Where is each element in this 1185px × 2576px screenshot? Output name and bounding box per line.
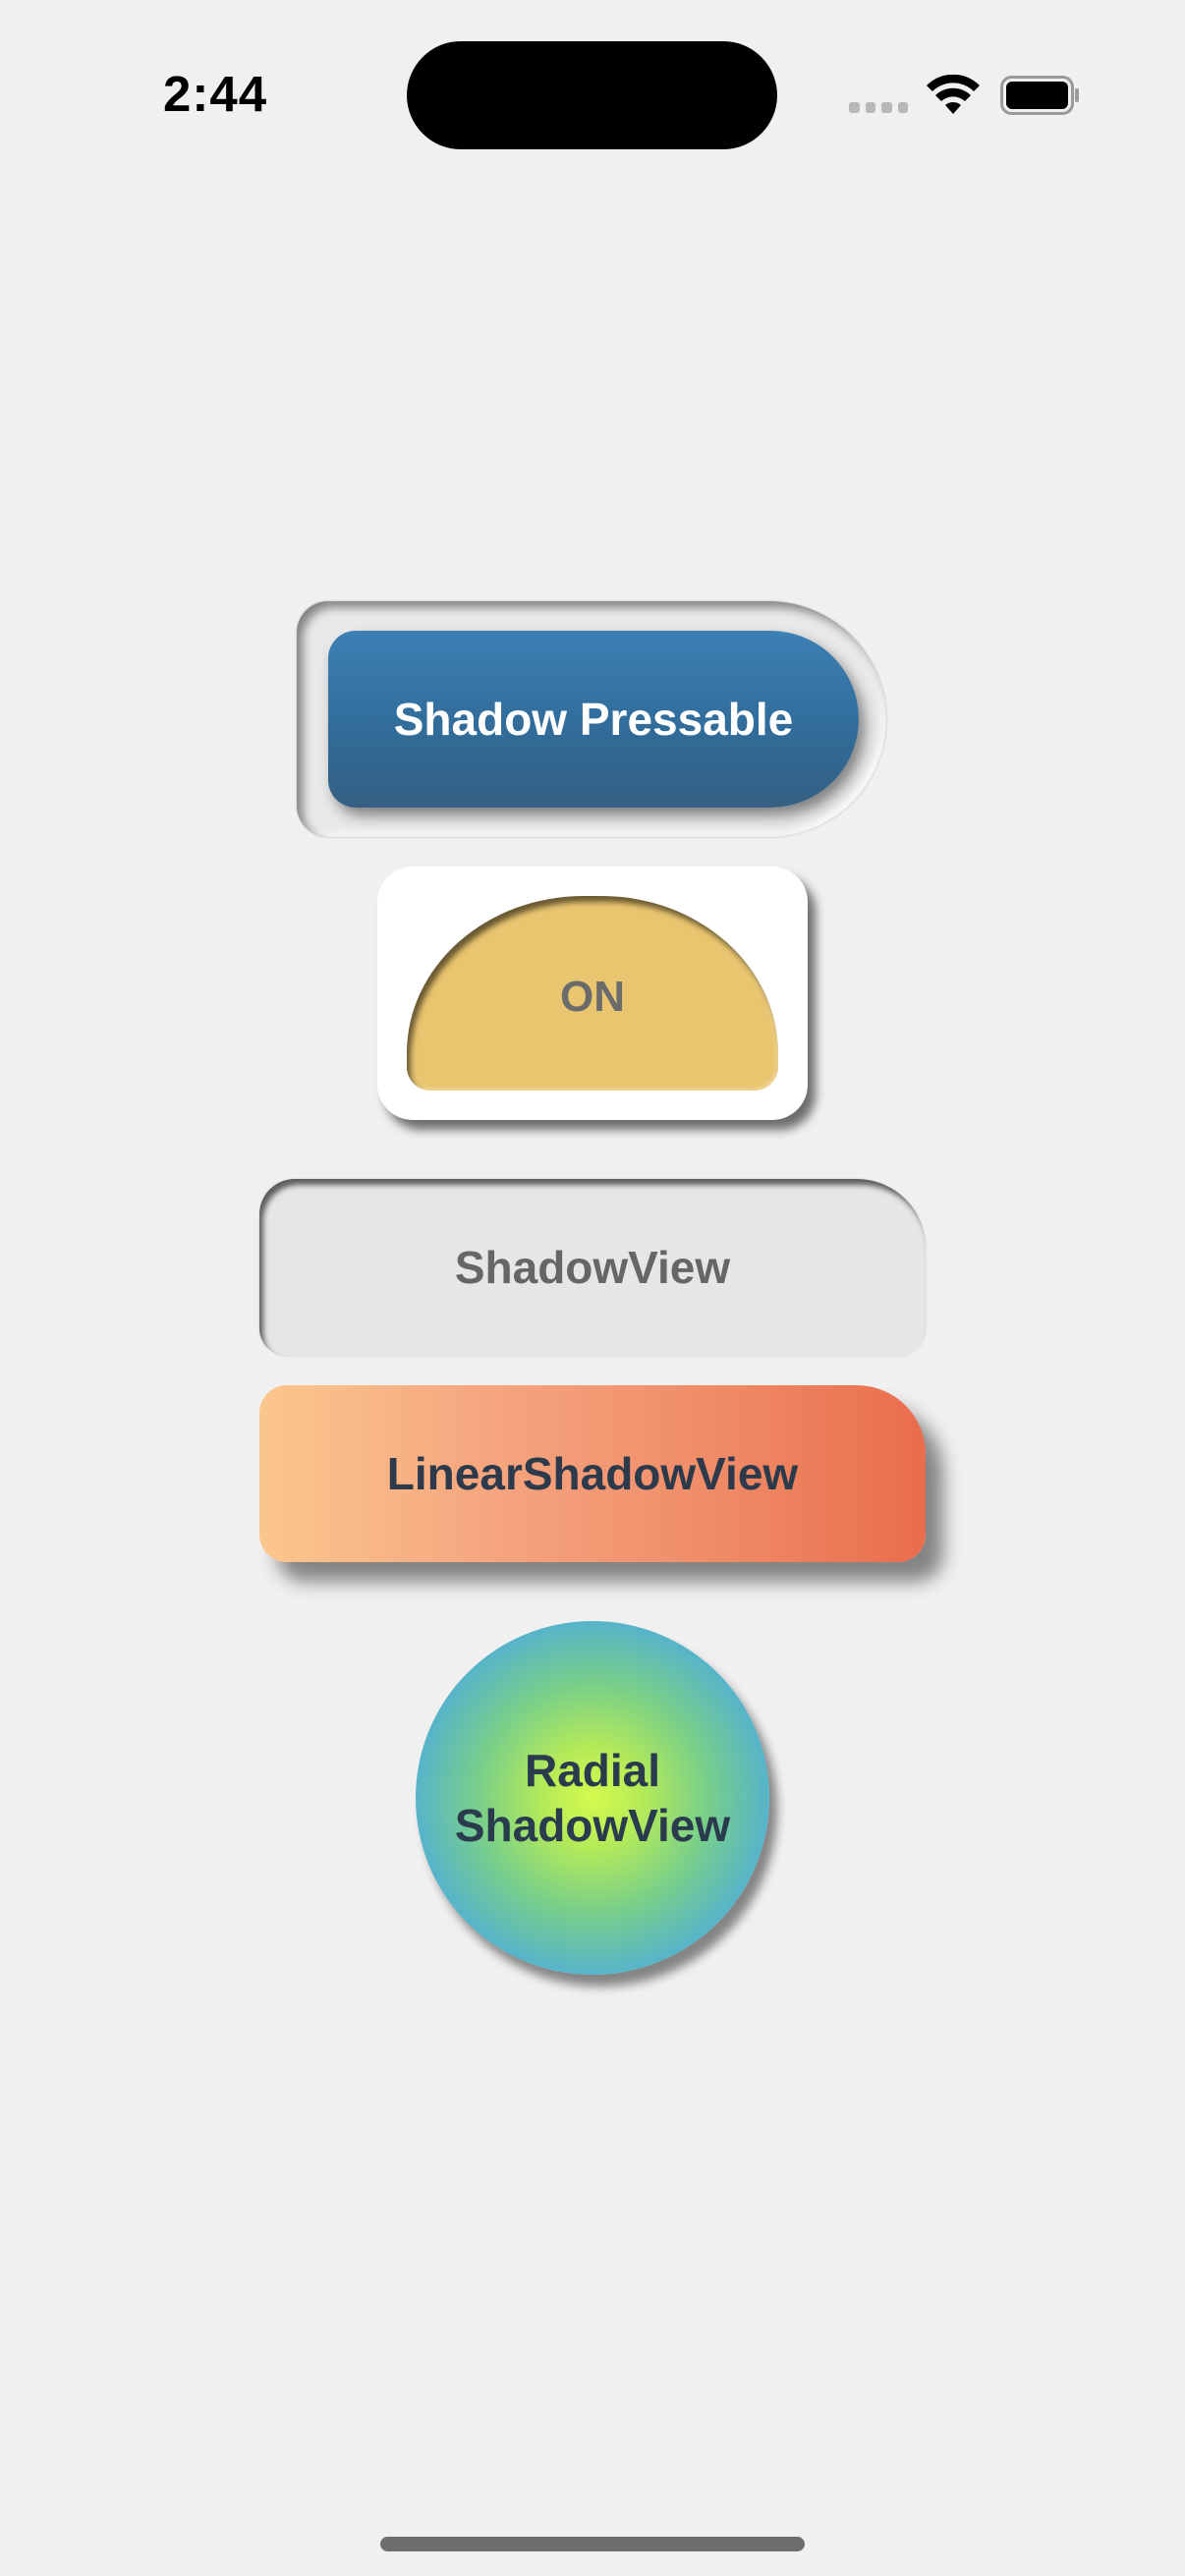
status-time: 2:44: [163, 66, 268, 122]
radial-shadow-view-label-line2: ShadowView: [454, 1800, 731, 1851]
home-indicator[interactable]: [380, 2537, 805, 2551]
radial-shadow-view-label-line1: Radial: [524, 1745, 661, 1796]
toggle-label: ON: [560, 973, 625, 1021]
shadow-pressable-label: Shadow Pressable: [393, 694, 794, 745]
shadow-view-card: ShadowView: [259, 1179, 926, 1356]
radial-shadow-view-card: Radial ShadowView: [416, 1621, 769, 1975]
dynamic-island: [407, 41, 777, 149]
shadow-pressable-button[interactable]: Shadow Pressable: [328, 631, 859, 808]
shadow-view-label: ShadowView: [454, 1242, 731, 1293]
linear-shadow-view-card: LinearShadowView: [259, 1385, 926, 1562]
app-screen: 2:44 Shadow Pressable ON ShadowView Line…: [0, 0, 1185, 2576]
linear-shadow-view-label: LinearShadowView: [386, 1448, 799, 1499]
cellular-signal-icon: [849, 102, 908, 116]
battery-icon: [1000, 76, 1079, 115]
wifi-icon: [927, 75, 980, 114]
